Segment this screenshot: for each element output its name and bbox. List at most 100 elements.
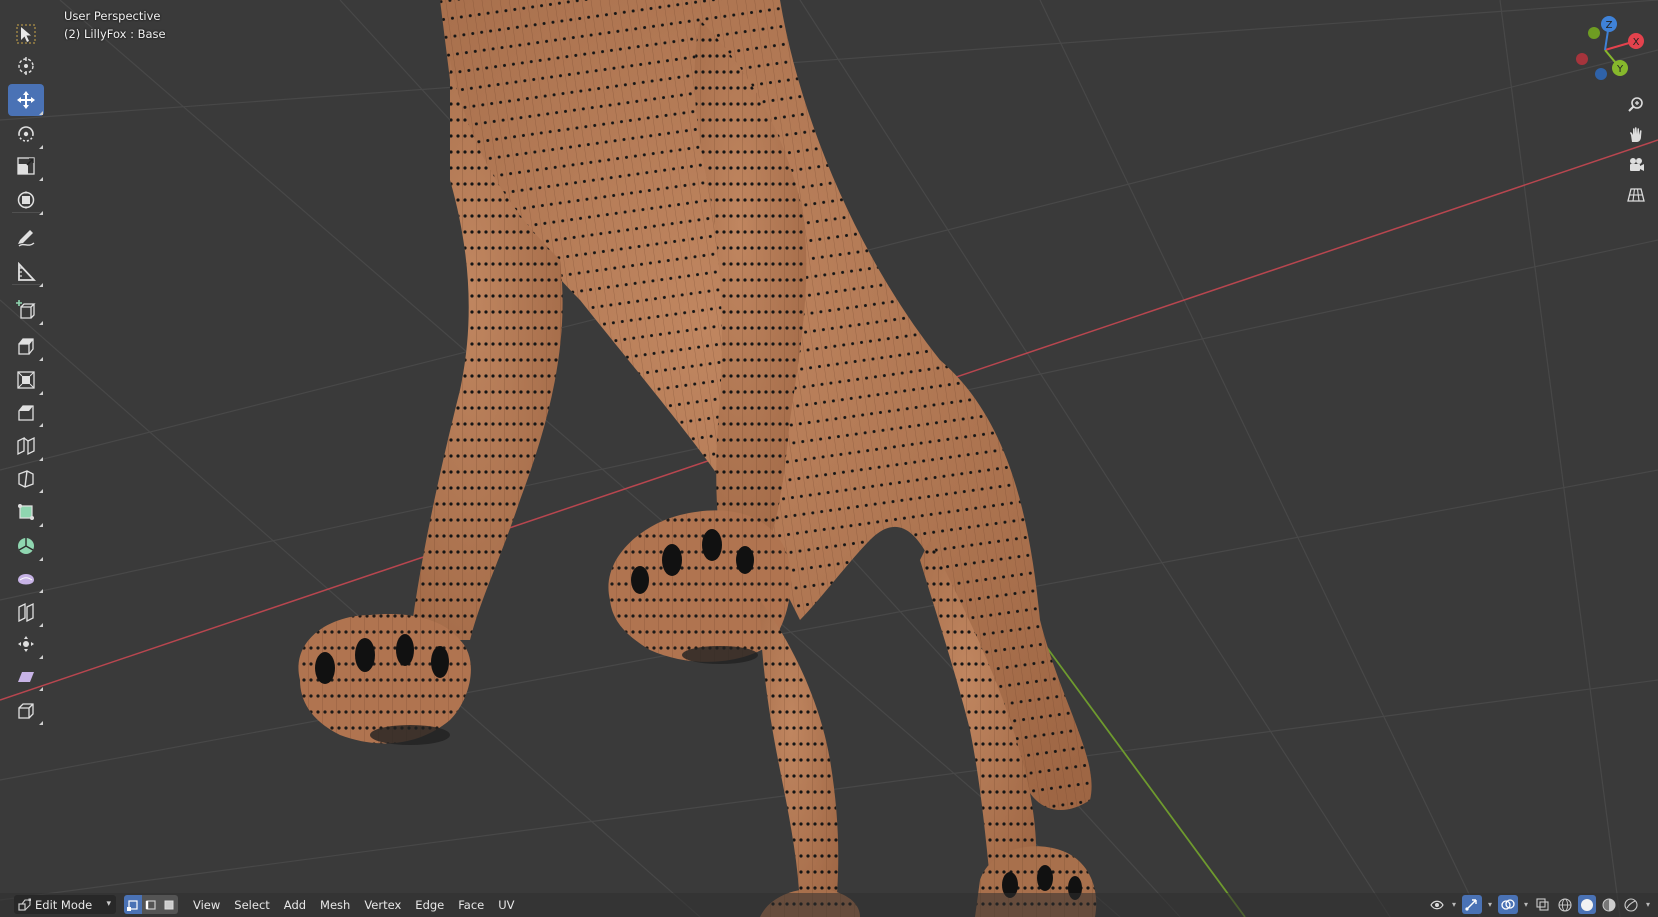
view-name-label: User Perspective <box>64 9 161 23</box>
submenu-corner-indicator <box>39 177 43 181</box>
chevron-down-icon[interactable]: ▾ <box>1452 900 1456 909</box>
viewport-header: Edit Mode ▾ View Select Add Mesh Vertex … <box>0 893 1658 917</box>
face-select-icon <box>164 900 174 909</box>
rip-icon <box>18 703 34 719</box>
vertex-select-button[interactable] <box>124 895 142 914</box>
loop-cut-icon <box>17 436 35 456</box>
visibility-icon <box>1430 900 1444 909</box>
viewport-canvas[interactable] <box>0 0 1658 917</box>
xray-icon <box>1536 898 1550 911</box>
camera-view-button[interactable] <box>1622 152 1650 178</box>
extrude-icon <box>18 338 34 355</box>
chevron-down-icon[interactable]: ▾ <box>1524 900 1528 909</box>
submenu-corner-indicator <box>39 557 43 561</box>
spin-icon <box>18 538 34 554</box>
chevron-down-icon: ▾ <box>106 899 111 909</box>
rendered-shading-icon <box>1624 897 1638 912</box>
material-shading-button[interactable] <box>1600 895 1618 914</box>
menu-edge[interactable]: Edge <box>408 898 451 912</box>
solid-shading-button[interactable] <box>1577 895 1596 914</box>
ortho-toggle-button[interactable] <box>1622 182 1650 208</box>
poly-build-icon <box>18 504 34 520</box>
grid-icon <box>1627 188 1645 202</box>
smooth-icon <box>18 574 34 585</box>
inset-tool[interactable] <box>8 364 44 396</box>
edge-select-button[interactable] <box>142 895 160 914</box>
overlay-toggle-button[interactable] <box>1497 895 1518 914</box>
transform-icon <box>17 191 35 209</box>
hand-icon <box>1630 127 1642 142</box>
zoom-button[interactable] <box>1622 92 1650 118</box>
extrude-tool[interactable] <box>8 330 44 362</box>
bevel-icon <box>18 405 34 421</box>
submenu-corner-indicator <box>39 687 43 691</box>
rendered-shading-button[interactable] <box>1622 895 1640 914</box>
add-cube-tool[interactable] <box>8 294 44 326</box>
pencil-icon <box>18 230 35 247</box>
scale-icon <box>17 157 35 175</box>
smooth-tool[interactable] <box>8 562 44 594</box>
select-box-tool[interactable] <box>8 18 44 50</box>
gizmo-y-label: Y <box>1616 64 1624 75</box>
overlay-icon <box>1501 899 1515 910</box>
wireframe-shading-button[interactable] <box>1556 895 1574 914</box>
face-select-button[interactable] <box>160 895 178 914</box>
knife-tool[interactable] <box>8 462 44 494</box>
gizmo-icon <box>1465 899 1478 911</box>
chevron-down-icon[interactable]: ▾ <box>1488 900 1492 909</box>
menu-select[interactable]: Select <box>227 898 276 912</box>
header-menu-bar: View Select Add Mesh Vertex Edge Face UV <box>186 893 522 917</box>
pan-button[interactable] <box>1622 122 1650 148</box>
gizmo-toggle-button[interactable] <box>1461 895 1482 914</box>
submenu-corner-indicator <box>39 145 43 149</box>
loop-cut-tool[interactable] <box>8 430 44 462</box>
submenu-corner-indicator <box>39 357 43 361</box>
menu-view[interactable]: View <box>186 898 227 912</box>
poly-build-tool[interactable] <box>8 496 44 528</box>
move-tool[interactable] <box>8 84 44 116</box>
annotate-tool[interactable] <box>8 222 44 254</box>
select-mode-group <box>124 895 178 914</box>
zoom-icon <box>1628 97 1643 112</box>
navigation-gizmo[interactable]: X Y Z <box>1565 12 1655 92</box>
menu-uv[interactable]: UV <box>491 898 521 912</box>
spin-tool[interactable] <box>8 530 44 562</box>
3d-viewport[interactable]: User Perspective (2) LillyFox : Base <box>0 0 1658 917</box>
vertex-select-icon <box>127 899 138 911</box>
chevron-down-icon[interactable]: ▾ <box>1646 900 1650 909</box>
wireframe-shading-icon <box>1558 897 1572 912</box>
submenu-corner-indicator <box>39 721 43 725</box>
menu-vertex[interactable]: Vertex <box>357 898 408 912</box>
knife-icon <box>18 470 34 488</box>
gizmo-z-label: Z <box>1606 20 1613 31</box>
crosshair-icon <box>18 57 34 75</box>
submenu-corner-indicator <box>39 321 43 325</box>
edge-slide-tool[interactable] <box>8 596 44 628</box>
gizmo-neg-z-handle[interactable] <box>1595 68 1607 80</box>
menu-face[interactable]: Face <box>451 898 491 912</box>
solid-shading-icon <box>1580 898 1593 911</box>
cursor-tool[interactable] <box>8 50 44 82</box>
xray-toggle-button[interactable] <box>1534 895 1552 914</box>
add-cube-icon <box>16 300 36 319</box>
submenu-corner-indicator <box>39 523 43 527</box>
visibility-button[interactable] <box>1428 895 1446 914</box>
bevel-tool[interactable] <box>8 396 44 428</box>
shear-tool[interactable] <box>8 660 44 692</box>
shrink-fatten-tool[interactable] <box>8 628 44 660</box>
toolbar-separator <box>12 284 40 285</box>
mesh-object[interactable] <box>298 0 1097 917</box>
gizmo-neg-x-handle[interactable] <box>1576 53 1588 65</box>
scale-tool[interactable] <box>8 150 44 182</box>
shear-icon <box>18 672 34 682</box>
edge-slide-icon <box>18 602 34 622</box>
menu-add[interactable]: Add <box>277 898 313 912</box>
rip-region-tool[interactable] <box>8 694 44 726</box>
edge-select-icon <box>145 899 156 910</box>
rotate-icon <box>18 126 34 142</box>
menu-mesh[interactable]: Mesh <box>313 898 357 912</box>
cursor-icon <box>16 24 36 44</box>
gizmo-neg-y-handle[interactable] <box>1588 27 1600 39</box>
rotate-tool[interactable] <box>8 118 44 150</box>
mode-dropdown[interactable]: Edit Mode ▾ <box>14 895 116 914</box>
